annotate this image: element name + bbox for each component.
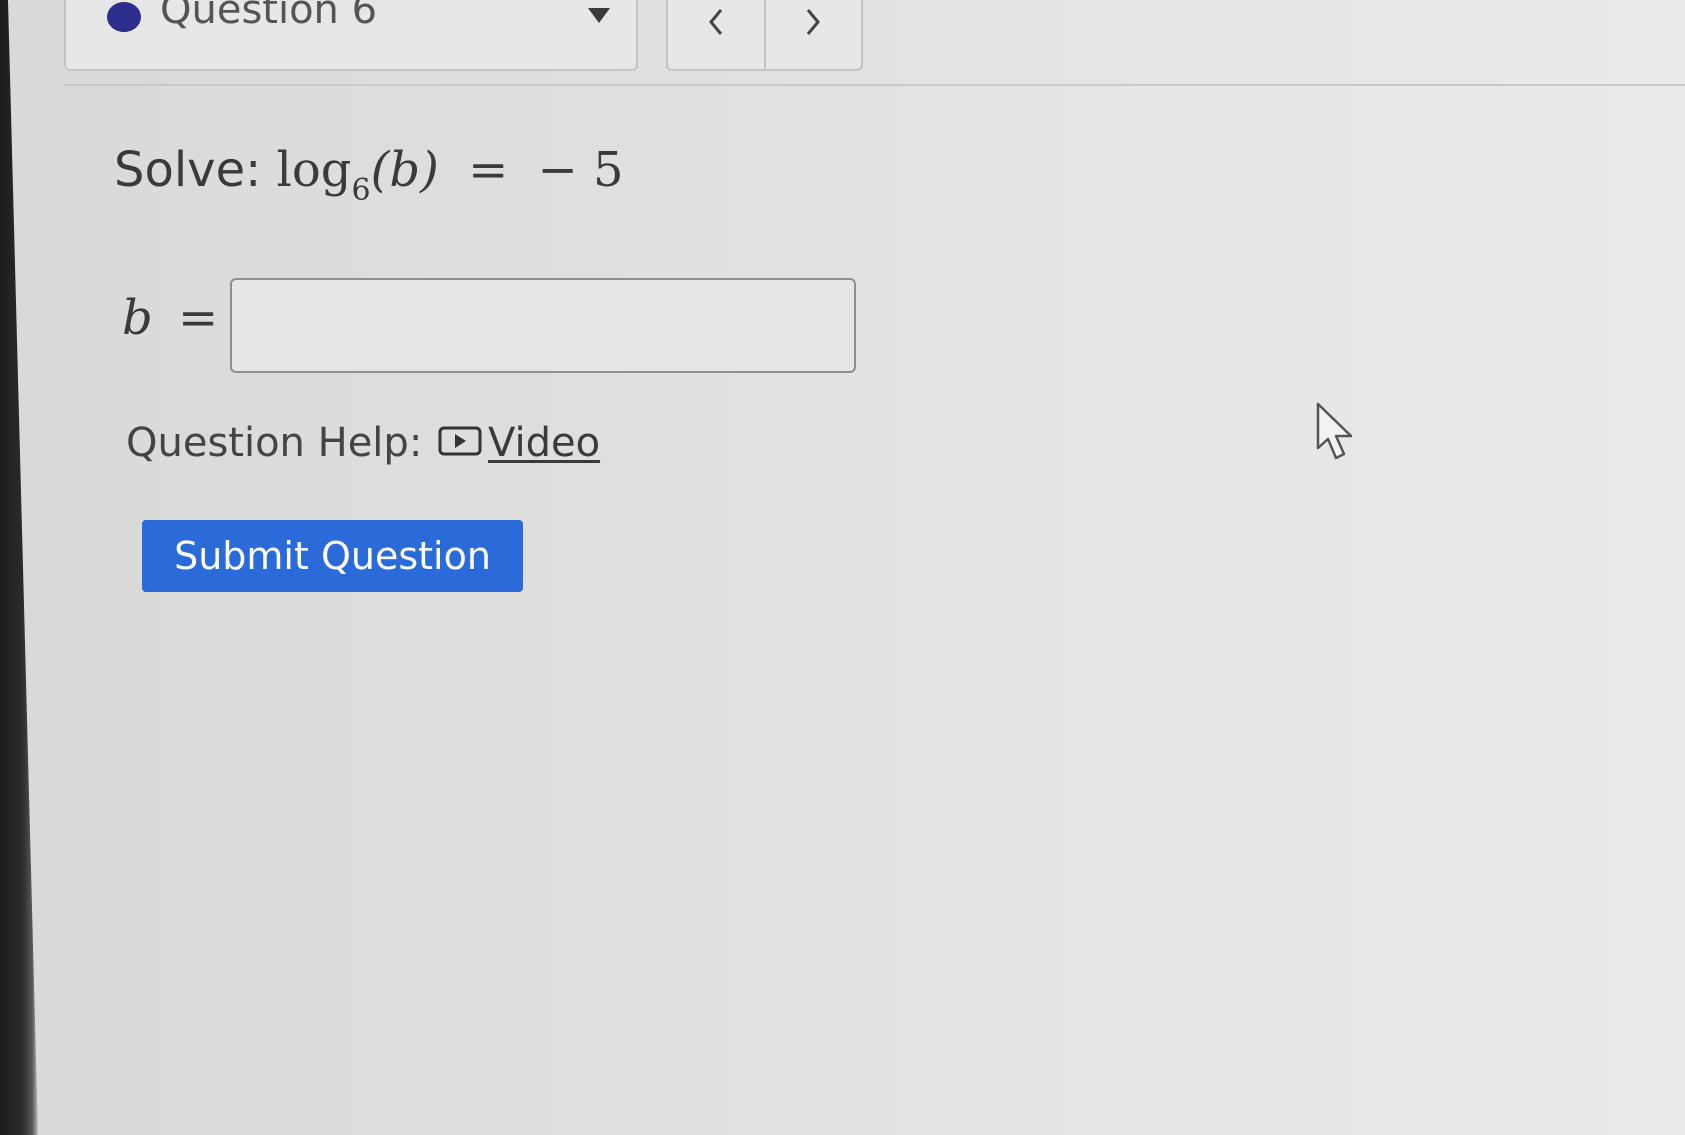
question-selector[interactable]: Question 6 <box>64 0 638 71</box>
problem-log: log <box>276 142 352 198</box>
chevron-left-icon <box>708 8 722 35</box>
answer-variable: b <box>122 290 153 346</box>
play-video-icon <box>438 425 482 461</box>
submit-question-button[interactable]: Submit Question <box>142 520 523 592</box>
previous-question-button[interactable] <box>668 0 766 69</box>
screen-bezel <box>0 0 38 1135</box>
problem-argument: (b) <box>370 142 439 198</box>
answer-input[interactable] <box>230 278 856 373</box>
problem-log-base: 6 <box>351 173 371 208</box>
chevron-right-icon <box>807 8 821 35</box>
problem-prefix: Solve: <box>114 142 262 198</box>
question-selector-label: Question 6 <box>160 0 378 33</box>
question-status-dot <box>107 2 141 32</box>
answer-label: b = <box>122 288 218 348</box>
question-navigation <box>666 0 863 71</box>
mouse-pointer-icon <box>1316 402 1353 460</box>
problem-equals: = <box>468 142 509 198</box>
video-help-link[interactable]: Video <box>438 418 600 468</box>
question-help-label: Question Help: <box>126 420 423 466</box>
next-question-button[interactable] <box>766 0 862 69</box>
problem-statement: Solve: log6(b) = − 5 <box>114 140 624 208</box>
problem-rhs: − 5 <box>537 142 624 198</box>
caret-down-icon <box>588 8 610 23</box>
answer-equals: = <box>178 290 219 346</box>
video-link-label: Video <box>488 420 601 466</box>
header-divider <box>64 84 1685 86</box>
